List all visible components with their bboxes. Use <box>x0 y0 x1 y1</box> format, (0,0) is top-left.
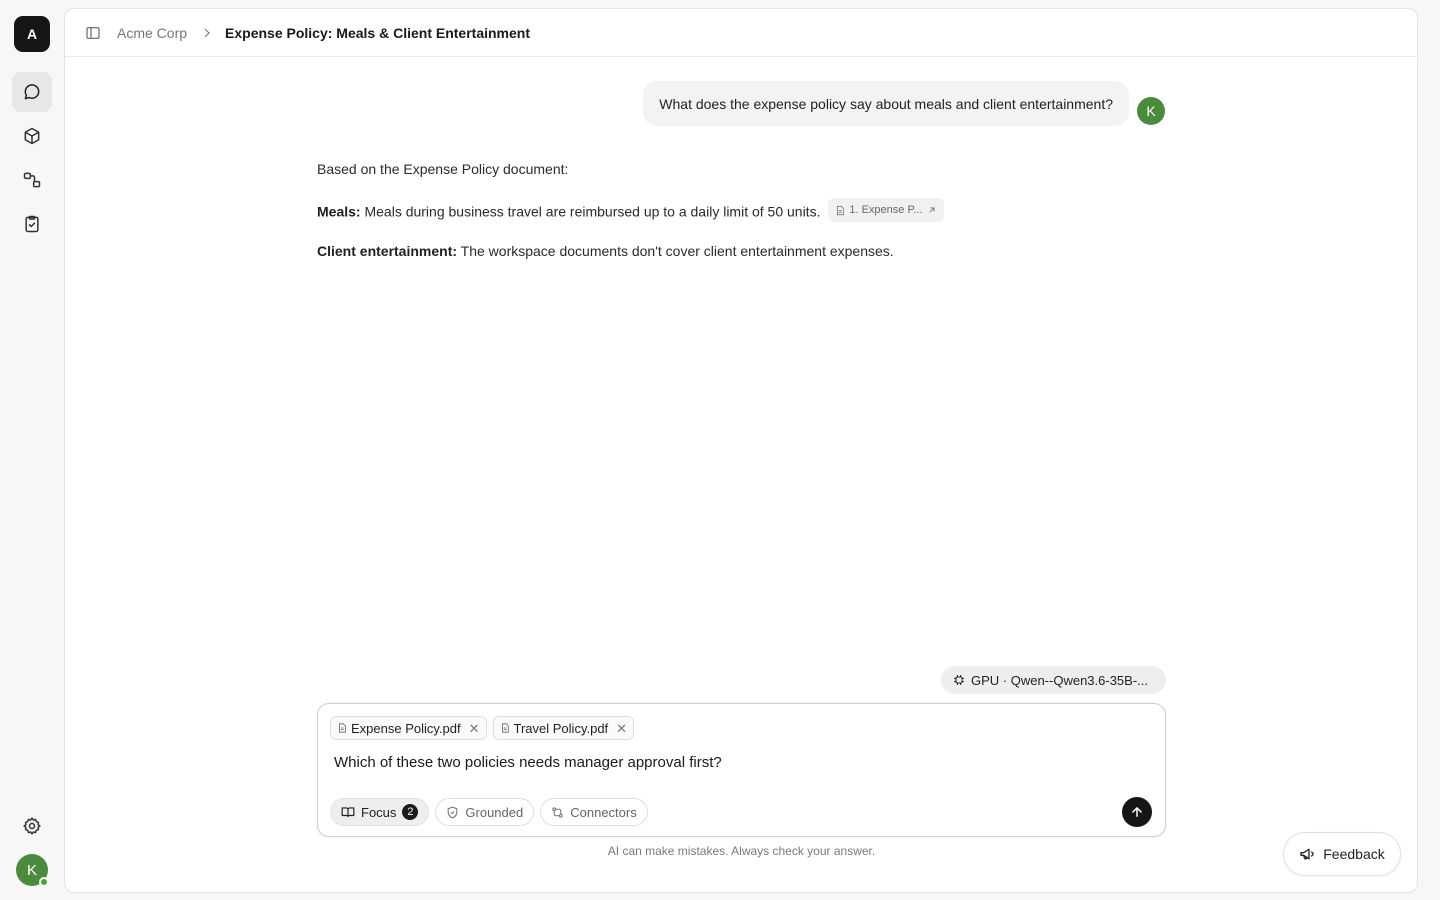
remove-attachment-icon[interactable]: ✕ <box>616 722 627 735</box>
attachment-name: Travel Policy.pdf <box>513 720 609 736</box>
arrow-up-icon <box>1132 807 1142 817</box>
user-message-bubble: What does the expense policy say about m… <box>643 81 1129 126</box>
rail-bottom: K <box>0 802 64 887</box>
document-icon <box>501 723 509 733</box>
client-label: Client entertainment: <box>317 243 458 259</box>
model-label: GPU · Qwen--Qwen3.6-35B-... <box>971 672 1148 688</box>
citation-chip[interactable]: 1. Expense P... <box>828 198 944 222</box>
workspace-badge[interactable]: A <box>14 16 50 52</box>
focus-count-badge: 2 <box>402 804 419 820</box>
focus-button[interactable]: Focus 2 <box>330 798 430 826</box>
main-panel: Acme Corp Expense Policy: Meals & Client… <box>64 8 1418 893</box>
clipboard-check-icon <box>25 215 39 233</box>
answer-meals: Meals: Meals during business travel are … <box>317 198 1167 222</box>
sidebar-toggle-icon <box>86 26 100 39</box>
grounded-label: Grounded <box>465 804 524 820</box>
remove-attachment-icon[interactable]: ✕ <box>469 722 480 735</box>
user-avatar-initial: K <box>26 861 37 879</box>
top-bar: Acme Corp Expense Policy: Meals & Client… <box>65 9 1417 57</box>
meals-text: Meals during business travel are reimbur… <box>360 203 821 220</box>
chip-icon <box>954 675 964 685</box>
rail-item-knowledge[interactable] <box>12 116 52 156</box>
connectors-button[interactable]: Connectors <box>540 798 648 826</box>
answer-client-entertainment: Client entertainment: The workspace docu… <box>317 241 1167 261</box>
book-open-icon <box>341 807 355 818</box>
breadcrumb-current: Expense Policy: Meals & Client Entertain… <box>225 24 531 41</box>
attachment-name: Expense Policy.pdf <box>351 720 461 736</box>
feedback-label: Feedback <box>1323 846 1385 862</box>
shield-check-icon <box>448 806 458 818</box>
assistant-answer: Based on the Expense Policy document: Me… <box>317 159 1167 280</box>
workflow-icon <box>23 172 41 188</box>
answer-intro: Based on the Expense Policy document: <box>317 161 569 177</box>
sidebar-toggle-button[interactable] <box>83 23 103 43</box>
user-avatar[interactable]: K <box>16 854 49 887</box>
left-rail: A K <box>0 0 64 900</box>
cube-icon <box>24 127 40 145</box>
external-link-icon <box>929 207 935 213</box>
feedback-button[interactable]: Feedback <box>1283 832 1401 876</box>
model-selector[interactable]: GPU · Qwen--Qwen3.6-35B-... <box>941 666 1166 694</box>
megaphone-icon <box>1300 848 1314 860</box>
settings-button[interactable] <box>12 806 52 846</box>
attachment-chip[interactable]: Travel Policy.pdf ✕ <box>492 716 635 740</box>
citation-label: 1. Expense P... <box>849 204 923 216</box>
breadcrumb-workspace[interactable]: Acme Corp <box>117 25 187 41</box>
attachment-list: Expense Policy.pdf ✕ Travel Policy.pdf ✕ <box>330 716 635 740</box>
ai-disclaimer: AI can make mistakes. Always check your … <box>607 844 876 858</box>
message-user-avatar: K <box>1137 97 1165 125</box>
rail-nav <box>12 68 52 244</box>
composer: Expense Policy.pdf ✕ Travel Policy.pdf ✕… <box>317 703 1166 837</box>
chevron-right-icon <box>201 27 213 39</box>
connectors-icon <box>552 806 563 818</box>
client-text: The workspace documents don't cover clie… <box>457 243 894 259</box>
focus-label: Focus <box>361 804 397 820</box>
composer-tools: Focus 2 Grounded Connectors <box>330 798 648 826</box>
document-icon <box>339 723 346 733</box>
attachment-chip[interactable]: Expense Policy.pdf ✕ <box>330 716 487 740</box>
online-status-dot <box>39 877 49 887</box>
chat-bubble-icon <box>24 84 40 100</box>
gear-icon <box>23 817 41 835</box>
rail-item-chat[interactable] <box>12 72 52 112</box>
rail-item-tasks[interactable] <box>12 204 52 244</box>
meals-label: Meals: <box>317 203 361 220</box>
user-message-row: What does the expense policy say about m… <box>643 81 1165 126</box>
rail-item-workflows[interactable] <box>12 160 52 200</box>
grounded-button[interactable]: Grounded <box>435 798 535 826</box>
connectors-label: Connectors <box>570 804 637 820</box>
message-input[interactable]: Which of these two policies needs manage… <box>334 754 722 771</box>
document-icon <box>837 205 845 215</box>
send-button[interactable] <box>1122 797 1152 827</box>
